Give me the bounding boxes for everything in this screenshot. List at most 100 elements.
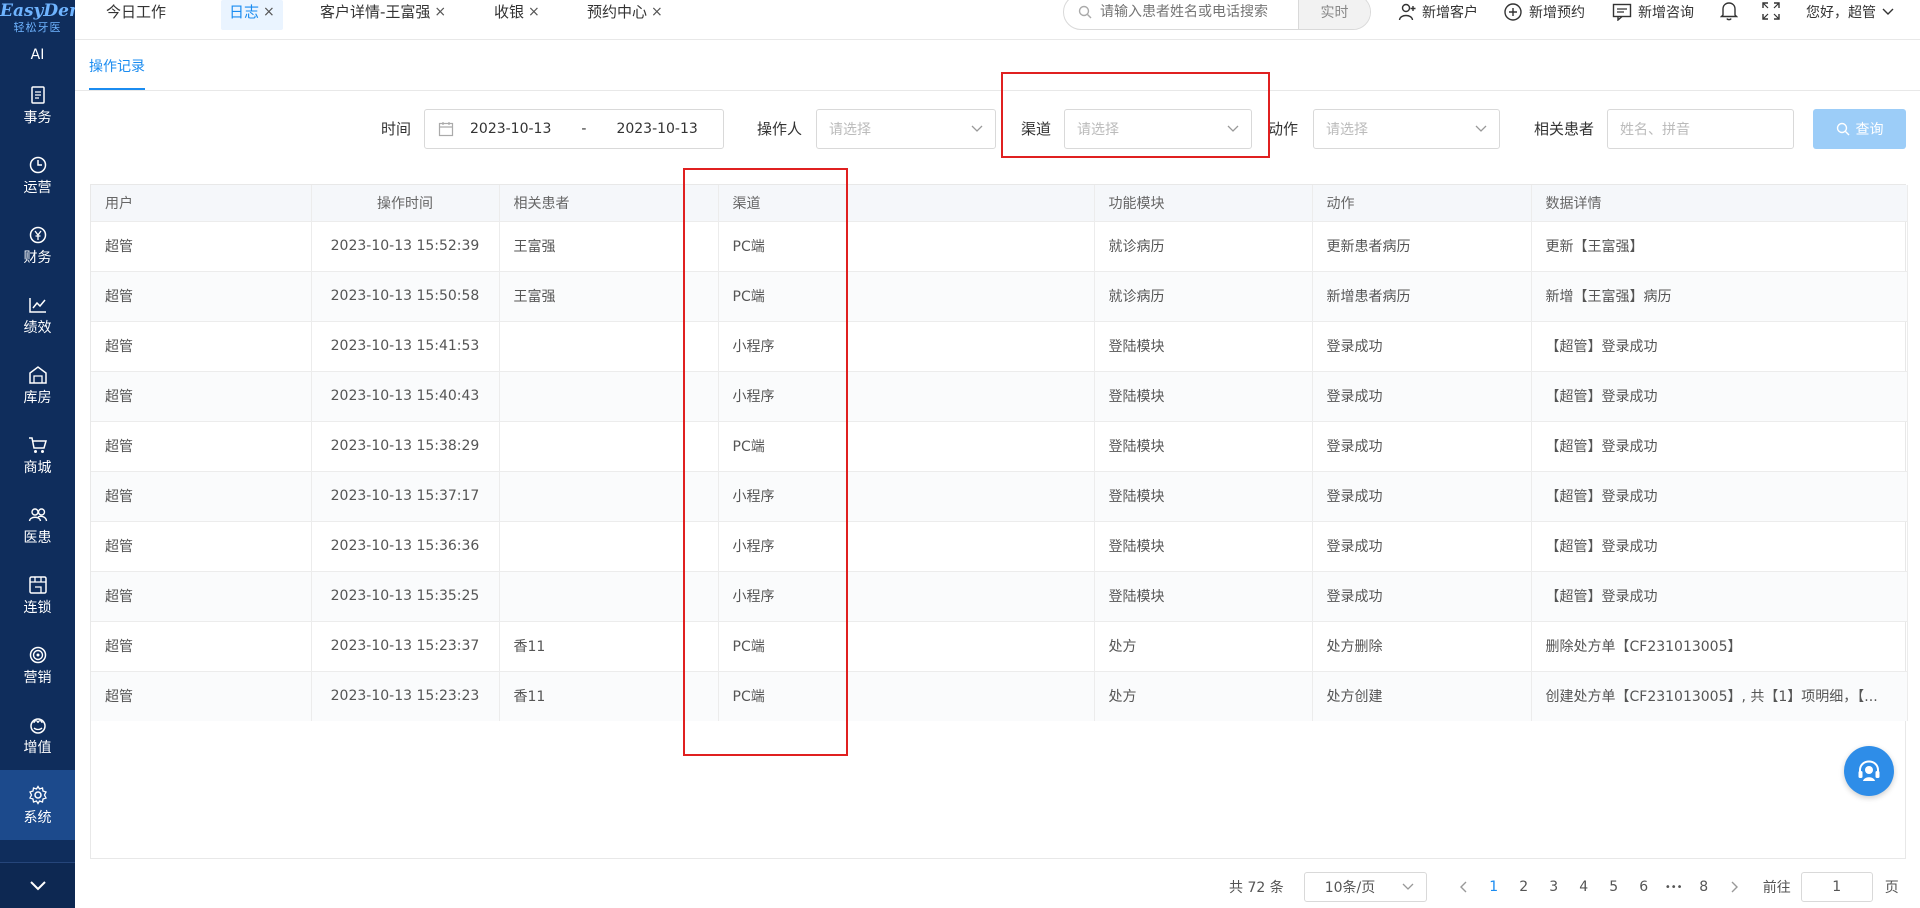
new-consult-button[interactable]: 新增咨询 bbox=[1612, 0, 1694, 24]
user-greeting: 您好，超管 bbox=[1806, 5, 1876, 21]
cell-user: 超管 bbox=[91, 420, 312, 471]
channel-select[interactable]: 请选择 bbox=[1064, 109, 1252, 149]
sidebar-item-ai[interactable]: AI bbox=[0, 46, 75, 70]
page-5[interactable]: 5 bbox=[1599, 879, 1629, 895]
table-row[interactable]: 超管 2023-10-13 15:23:23 香11 PC端 处方 处方创建 创建处方单【C… bbox=[91, 670, 1908, 721]
close-icon[interactable]: × bbox=[651, 0, 663, 24]
close-icon[interactable]: × bbox=[434, 0, 446, 24]
table-row[interactable]: 超管 2023-10-13 15:38:29 PC端 登陆模块 登录成功 【超管】登录成功 bbox=[91, 420, 1908, 471]
cell-action: 登录成功 bbox=[1312, 370, 1532, 421]
cell-channel: PC端 bbox=[718, 620, 1095, 671]
cell-time: 2023-10-13 15:38:29 bbox=[311, 420, 500, 471]
table-row[interactable]: 超管 2023-10-13 15:50:58 王富强 PC端 就诊病历 新增患者病历 新增【… bbox=[91, 270, 1908, 321]
page-1[interactable]: 1 bbox=[1479, 879, 1509, 895]
patient-search-input[interactable] bbox=[1100, 4, 1298, 20]
cell-action: 更新患者病历 bbox=[1312, 220, 1532, 271]
user-menu[interactable]: 您好，超管 bbox=[1806, 0, 1894, 24]
sidebar-item-target[interactable]: 营销 bbox=[0, 630, 75, 700]
table-row[interactable]: 超管 2023-10-13 15:23:37 香11 PC端 处方 处方删除 删除处方单【C… bbox=[91, 620, 1908, 671]
top-bar: 今日工作 日志 × 客户详情-王富强 × 收银 × 预约中心 × 实时 新增客户… bbox=[75, 0, 1920, 40]
date-separator: - bbox=[581, 121, 587, 137]
page-ellipsis[interactable]: ••• bbox=[1659, 882, 1689, 893]
headset-icon bbox=[1858, 760, 1880, 781]
operator-select[interactable]: 请选择 bbox=[816, 109, 996, 149]
cell-patient: 王富强 bbox=[499, 220, 719, 271]
sidebar-item-line-chart[interactable]: 绩效 bbox=[0, 280, 75, 350]
cell-details: 【超管】登录成功 bbox=[1531, 570, 1908, 621]
tab-label: 客户详情-王富强 bbox=[320, 3, 431, 21]
cell-time: 2023-10-13 15:50:58 bbox=[311, 270, 500, 321]
tab-log[interactable]: 日志 × bbox=[221, 0, 283, 30]
customer-service-button[interactable] bbox=[1844, 746, 1894, 796]
sidebar-item-clock[interactable]: 运营 bbox=[0, 140, 75, 210]
tab-cashier[interactable]: 收银 × bbox=[486, 0, 548, 30]
cell-channel: 小程序 bbox=[718, 370, 1095, 421]
sidebar-item-store[interactable]: 连锁 bbox=[0, 560, 75, 630]
new-appointment-button[interactable]: 新增预约 bbox=[1503, 0, 1585, 24]
new-appointment-label: 新增预约 bbox=[1529, 5, 1585, 21]
cell-channel: 小程序 bbox=[718, 470, 1095, 521]
patient-name-placeholder: 姓名、拼音 bbox=[1620, 122, 1690, 138]
prev-page-button[interactable] bbox=[1447, 881, 1479, 893]
table-row[interactable]: 超管 2023-10-13 15:36:36 小程序 登陆模块 登录成功 【超管】登录成功 bbox=[91, 520, 1908, 571]
page-size-select[interactable]: 10条/页 bbox=[1303, 872, 1427, 902]
realtime-toggle[interactable]: 实时 bbox=[1298, 0, 1370, 29]
table-row[interactable]: 超管 2023-10-13 15:40:43 小程序 登陆模块 登录成功 【超管】登录成功 bbox=[91, 370, 1908, 421]
sidebar-item-warehouse[interactable]: 库房 bbox=[0, 350, 75, 420]
cell-time: 2023-10-13 15:41:53 bbox=[311, 320, 500, 371]
notification-bell-icon[interactable] bbox=[1720, 0, 1738, 22]
cell-channel: PC端 bbox=[718, 270, 1095, 321]
table-row[interactable]: 超管 2023-10-13 15:41:53 小程序 登陆模块 登录成功 【超管】登录成功 bbox=[91, 320, 1908, 371]
close-icon[interactable]: × bbox=[263, 0, 275, 24]
cell-time: 2023-10-13 15:23:37 bbox=[311, 620, 500, 671]
cell-patient: 香11 bbox=[499, 620, 719, 671]
page-6[interactable]: 6 bbox=[1629, 879, 1659, 895]
page-2[interactable]: 2 bbox=[1509, 879, 1539, 895]
goto-suffix: 页 bbox=[1884, 880, 1899, 896]
cell-details: 删除处方单【CF231013005】 bbox=[1531, 620, 1908, 671]
sidebar-item-label: 营销 bbox=[23, 670, 52, 686]
tab-today-work[interactable]: 今日工作 bbox=[98, 0, 174, 30]
date-range-picker[interactable]: 2023-10-13 - 2023-10-13 bbox=[424, 109, 724, 149]
new-consult-label: 新增咨询 bbox=[1638, 5, 1694, 21]
gift-icon bbox=[27, 714, 49, 736]
table-row[interactable]: 超管 2023-10-13 15:52:39 王富强 PC端 就诊病历 更新患者病历 更新【… bbox=[91, 220, 1908, 271]
sidebar-item-label: 财务 bbox=[23, 250, 52, 266]
date-start[interactable]: 2023-10-13 bbox=[470, 121, 551, 137]
sub-tabs: 操作记录 bbox=[75, 40, 1920, 91]
tab-appointment-center[interactable]: 预约中心 × bbox=[579, 0, 671, 30]
page-3[interactable]: 3 bbox=[1539, 879, 1569, 895]
cell-action: 登录成功 bbox=[1312, 570, 1532, 621]
cell-module: 就诊病历 bbox=[1094, 270, 1313, 321]
tab-operation-log[interactable]: 操作记录 bbox=[89, 56, 145, 90]
sidebar-item-yen[interactable]: 财务 bbox=[0, 210, 75, 280]
goto-page-input[interactable]: 1 bbox=[1800, 872, 1873, 902]
table-row[interactable]: 超管 2023-10-13 15:35:25 小程序 登陆模块 登录成功 【超管】登录成功 bbox=[91, 570, 1908, 621]
cell-module: 登陆模块 bbox=[1094, 570, 1313, 621]
sidebar-item-cart[interactable]: 商城 bbox=[0, 420, 75, 490]
patient-name-input[interactable]: 姓名、拼音 bbox=[1607, 109, 1794, 149]
table-row[interactable]: 超管 2023-10-13 15:37:17 小程序 登陆模块 登录成功 【超管】登录成功 bbox=[91, 470, 1908, 521]
add-appointment-icon bbox=[1504, 3, 1522, 21]
column-header-action: 动作 bbox=[1312, 185, 1532, 221]
page-8[interactable]: 8 bbox=[1689, 879, 1719, 895]
warehouse-icon bbox=[27, 364, 49, 386]
new-customer-button[interactable]: 新增客户 bbox=[1398, 0, 1478, 24]
operation-log-table: 用户 操作时间 相关患者 渠道 功能模块 动作 数据详情 超管 2023-10-1… bbox=[90, 184, 1908, 859]
tab-customer-detail[interactable]: 客户详情-王富强 × bbox=[312, 0, 454, 30]
line-chart-icon bbox=[27, 294, 49, 316]
sidebar-item-clipboard[interactable]: 事务 bbox=[0, 70, 75, 140]
next-page-button[interactable] bbox=[1719, 881, 1751, 893]
action-select[interactable]: 请选择 bbox=[1313, 109, 1500, 149]
sidebar-item-gift[interactable]: 增值 bbox=[0, 700, 75, 770]
page-4[interactable]: 4 bbox=[1569, 879, 1599, 895]
fullscreen-icon[interactable] bbox=[1762, 0, 1780, 22]
close-icon[interactable]: × bbox=[528, 0, 540, 24]
sidebar-item-gear[interactable]: 系统 bbox=[0, 770, 75, 840]
sidebar-collapse-button[interactable] bbox=[0, 862, 75, 908]
query-button[interactable]: 查询 bbox=[1813, 109, 1906, 149]
date-end[interactable]: 2023-10-13 bbox=[616, 121, 697, 137]
pagination: 共 72 条 10条/页 1 2 3 4 5 6 ••• 8 前往 1 页 bbox=[1229, 872, 1899, 902]
sidebar-item-users[interactable]: 医患 bbox=[0, 490, 75, 560]
sidebar-item-label: 医患 bbox=[23, 530, 52, 546]
